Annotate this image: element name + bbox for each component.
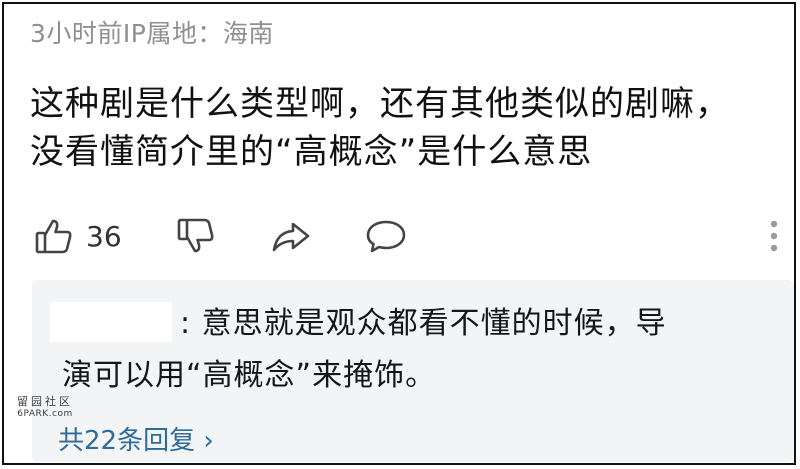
- share-icon: [270, 216, 312, 256]
- comment-icon: [364, 216, 408, 256]
- like-button[interactable]: 36: [34, 212, 122, 260]
- reply-text: : 意思就是观众都看不懂的时候，导 演可以用“高概念”来掩饰。: [62, 298, 782, 402]
- dislike-button[interactable]: [176, 212, 216, 260]
- comment-meta: 3小时前IP属地：海南: [30, 19, 274, 48]
- more-vertical-icon: [768, 216, 780, 256]
- comment-button[interactable]: [364, 212, 408, 260]
- watermark: 留园社区 6PARK.com: [17, 395, 73, 420]
- view-replies-link[interactable]: 共22条回复 ›: [58, 420, 214, 457]
- reply-text-line-2: 演可以用“高概念”来掩饰。: [62, 358, 437, 393]
- share-button[interactable]: [270, 212, 312, 260]
- reply-text-line-1: : 意思就是观众都看不懂的时候，导: [180, 306, 667, 341]
- more-options-button[interactable]: [768, 212, 780, 260]
- thumbs-down-icon: [176, 216, 216, 256]
- reply-preview[interactable]: : 意思就是观众都看不懂的时候，导 演可以用“高概念”来掩饰。 共22条回复 ›: [32, 280, 794, 462]
- action-bar: 36: [30, 212, 790, 260]
- thumbs-up-icon: [34, 216, 74, 256]
- like-count: 36: [86, 219, 122, 253]
- comment-card: 3小时前IP属地：海南 这种剧是什么类型啊，还有其他类似的剧嘛， 没看懂简介里的…: [2, 2, 796, 465]
- comment-text-line-2: 没看懂简介里的“高概念”是什么意思: [30, 132, 593, 172]
- comment-text: 这种剧是什么类型啊，还有其他类似的剧嘛， 没看懂简介里的“高概念”是什么意思: [30, 80, 800, 176]
- comment-text-line-1: 这种剧是什么类型啊，还有其他类似的剧嘛，: [30, 84, 730, 124]
